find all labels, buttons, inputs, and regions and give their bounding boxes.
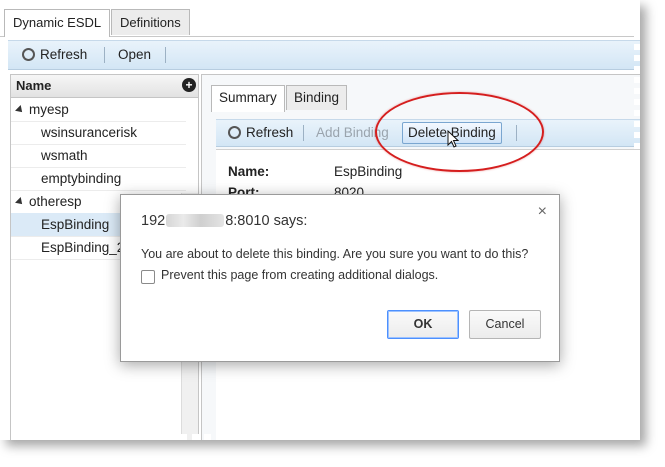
refresh-button-label: Refresh (40, 47, 88, 62)
annotation-ellipse (375, 92, 544, 172)
tree-group-label: myesp (29, 102, 69, 117)
close-icon[interactable]: × (538, 203, 547, 221)
name-column-header: Name (16, 78, 52, 93)
cancel-button[interactable]: Cancel (469, 310, 541, 339)
add-icon[interactable]: + (182, 78, 196, 92)
refresh-icon (228, 126, 241, 139)
toolbar-separator (303, 125, 304, 141)
dialog-message: You are about to delete this binding. Ar… (141, 247, 529, 261)
tree-item-emptybinding[interactable]: emptybinding (11, 167, 186, 191)
mouse-cursor-icon (447, 130, 459, 148)
torn-edge-right (634, 0, 640, 440)
main-toolbar: Refresh Open (8, 40, 640, 70)
tree-header[interactable]: Name + (11, 75, 198, 98)
tree-group-myesp[interactable]: myesp (11, 98, 186, 122)
refresh-icon (22, 48, 35, 61)
tab-definitions[interactable]: Definitions (111, 9, 190, 35)
refresh-button[interactable]: Refresh (22, 41, 87, 69)
dialog-title-host-end: 8:8010 says: (225, 213, 308, 229)
dialog-title: 192 8:8010 says: (141, 213, 307, 229)
dialog-title-host-start: 192 (141, 213, 166, 229)
caret-down-icon[interactable] (15, 105, 25, 115)
tab-binding[interactable]: Binding (286, 85, 348, 110)
name-label: Name: (228, 164, 270, 179)
detail-refresh-label: Refresh (246, 125, 294, 140)
ok-button[interactable]: OK (387, 310, 459, 339)
torn-edge-bottom (0, 434, 640, 440)
open-button[interactable]: Open (118, 41, 151, 69)
prevent-dialogs-label[interactable]: Prevent this page from creating addition… (161, 268, 438, 282)
tree-group-label: otheresp (29, 194, 82, 209)
tab-summary[interactable]: Summary (211, 85, 285, 112)
name-value: EspBinding (334, 164, 403, 179)
main-tabbar: Dynamic ESDL Definitions (0, 0, 640, 37)
prevent-dialogs-checkbox[interactable] (141, 270, 155, 284)
app-window: Dynamic ESDL Definitions Refresh Open Na… (0, 0, 640, 440)
caret-down-icon[interactable] (15, 197, 25, 207)
tree-item-wsinsurancerisk[interactable]: wsinsurancerisk (11, 121, 186, 145)
redacted-host (166, 214, 225, 227)
confirm-dialog: 192 8:8010 says: × You are about to delet… (120, 194, 560, 362)
detail-refresh-button[interactable]: Refresh (228, 120, 293, 146)
tab-dynamic-esdl[interactable]: Dynamic ESDL (4, 9, 111, 37)
toolbar-separator (104, 47, 105, 63)
toolbar-separator (165, 47, 166, 63)
tree-item-wsmath[interactable]: wsmath (11, 144, 186, 168)
